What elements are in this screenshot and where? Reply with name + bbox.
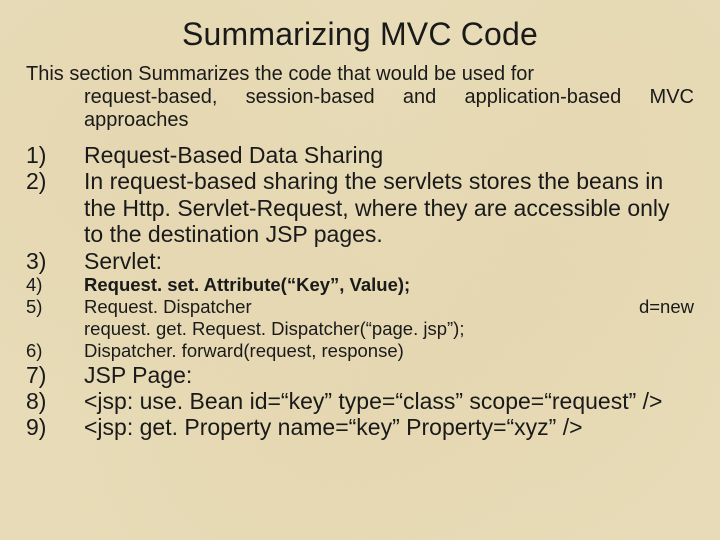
list-item: 4) Request. set. Attribute(“Key”, Value)… <box>26 274 694 296</box>
item-number: 8) <box>26 388 66 414</box>
slide: Summarizing MVC Code This section Summar… <box>0 0 720 540</box>
item-text: <jsp: get. Property name=“key” Property=… <box>66 414 694 440</box>
item-text: Request. set. Attribute(“Key”, Value); <box>66 274 694 296</box>
dispatcher-right: d=new <box>639 296 694 318</box>
dispatcher-left: Request. Dispatcher <box>84 296 252 318</box>
list-item: 8) <jsp: use. Bean id=“key” type=“class”… <box>26 388 694 414</box>
item-text: Servlet: <box>66 248 694 274</box>
list-item: 5) Request. Dispatcher d=new request. ge… <box>26 296 694 340</box>
numbered-list: 1) Request-Based Data Sharing 2) In requ… <box>26 142 694 441</box>
intro-paragraph: This section Summarizes the code that wo… <box>26 63 694 132</box>
item-text: Request-Based Data Sharing <box>66 142 694 168</box>
item-number: 7) <box>26 362 66 388</box>
dispatcher-line2: request. get. Request. Dispatcher(“page.… <box>84 318 464 339</box>
item-text: <jsp: use. Bean id=“key” type=“class” sc… <box>66 388 694 414</box>
slide-title: Summarizing MVC Code <box>26 16 694 53</box>
item-text: Request. Dispatcher d=new request. get. … <box>66 296 694 340</box>
bold-text: Request. set. Attribute(“Key”, Value); <box>84 274 410 295</box>
item-number: 3) <box>26 248 66 274</box>
list-item: 1) Request-Based Data Sharing <box>26 142 694 168</box>
intro-rest: request-based, session-based and applica… <box>26 86 694 132</box>
list-item: 9) <jsp: get. Property name=“key” Proper… <box>26 414 694 440</box>
list-item: 3) Servlet: <box>26 248 694 274</box>
item-text: In request-based sharing the servlets st… <box>66 168 694 247</box>
item-number: 2) <box>26 168 66 194</box>
item-number: 1) <box>26 142 66 168</box>
intro-line-1: This section Summarizes the code that wo… <box>26 63 534 85</box>
item-number: 5) <box>26 296 66 318</box>
item-number: 4) <box>26 274 66 296</box>
item-number: 9) <box>26 414 66 440</box>
list-item: 6) Dispatcher. forward(request, response… <box>26 340 694 362</box>
item-text: Dispatcher. forward(request, response) <box>66 340 694 362</box>
list-item: 2) In request-based sharing the servlets… <box>26 168 694 247</box>
list-item: 7) JSP Page: <box>26 362 694 388</box>
item-text: JSP Page: <box>66 362 694 388</box>
item-number: 6) <box>26 340 66 362</box>
